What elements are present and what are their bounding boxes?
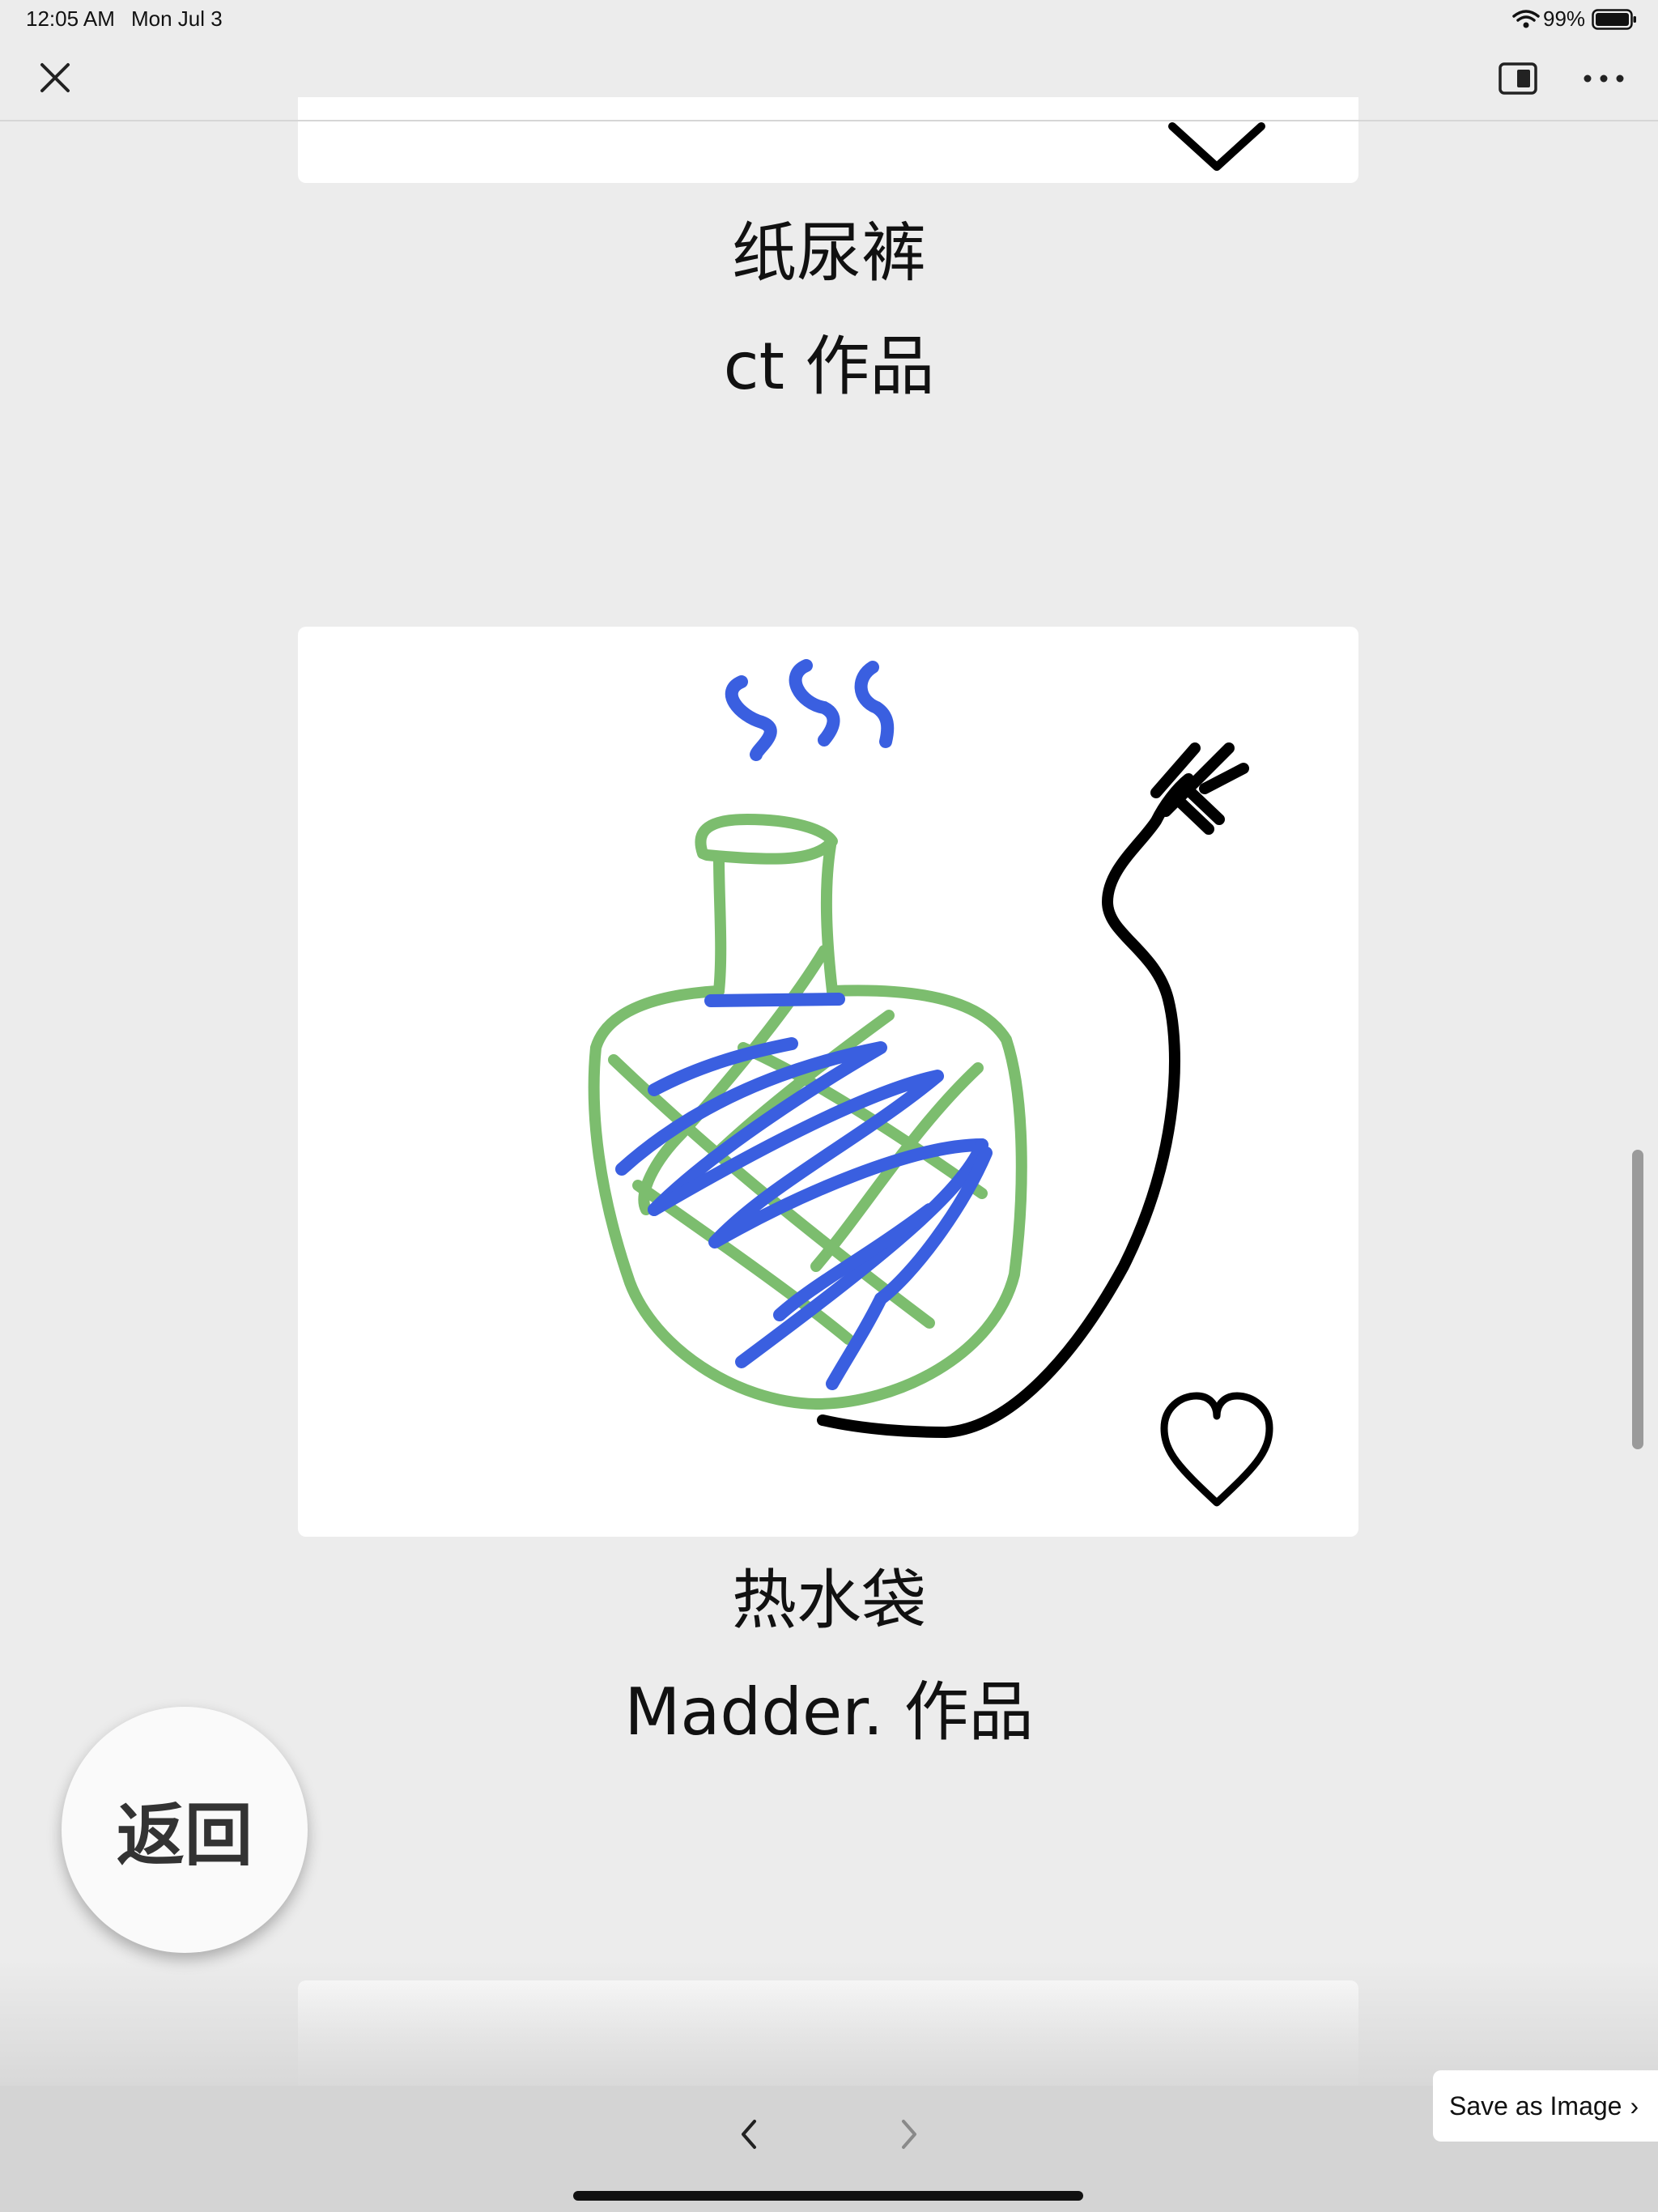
status-date: Mon Jul 3	[131, 6, 223, 31]
battery-icon	[1592, 9, 1636, 30]
status-time: 12:05 AM	[26, 6, 115, 31]
home-indicator[interactable]	[573, 2191, 1083, 2201]
forward-arrow-icon[interactable]	[894, 2113, 926, 2155]
scrollbar[interactable]	[1632, 1150, 1643, 1449]
return-button-label: 返回	[116, 1795, 253, 1875]
heart-icon[interactable]	[298, 97, 1358, 183]
chevron-right-icon: ›	[1630, 2091, 1639, 2121]
artwork-title: 热水袋	[732, 1563, 926, 1638]
back-arrow-icon[interactable]	[732, 2113, 764, 2155]
artwork-title: 纸尿裤	[732, 215, 926, 291]
save-as-image-button[interactable]: Save as Image ›	[1433, 2070, 1658, 2142]
app-screen: 12:05 AM Mon Jul 3 99% 纸尿裤 ct 作品 热水袋 Mad…	[0, 0, 1658, 2212]
bottom-fade	[0, 1959, 1658, 2089]
steam-icon	[725, 659, 895, 761]
artwork-card	[298, 627, 1358, 1537]
battery-percentage: 99%	[1543, 6, 1586, 31]
close-icon[interactable]	[32, 55, 78, 100]
hot-water-bottle-drawing	[588, 659, 1273, 1507]
wifi-icon	[1512, 10, 1540, 28]
sidebar-toggle-icon[interactable]	[1498, 62, 1538, 96]
artwork-card	[298, 97, 1358, 183]
return-button[interactable]: 返回	[62, 1707, 308, 1953]
toolbar-divider	[0, 120, 1658, 121]
more-options-icon[interactable]	[1579, 62, 1629, 96]
heart-icon[interactable]	[1160, 1392, 1273, 1507]
artwork-author: ct 作品	[723, 329, 935, 404]
save-as-image-label: Save as Image	[1449, 2091, 1622, 2121]
